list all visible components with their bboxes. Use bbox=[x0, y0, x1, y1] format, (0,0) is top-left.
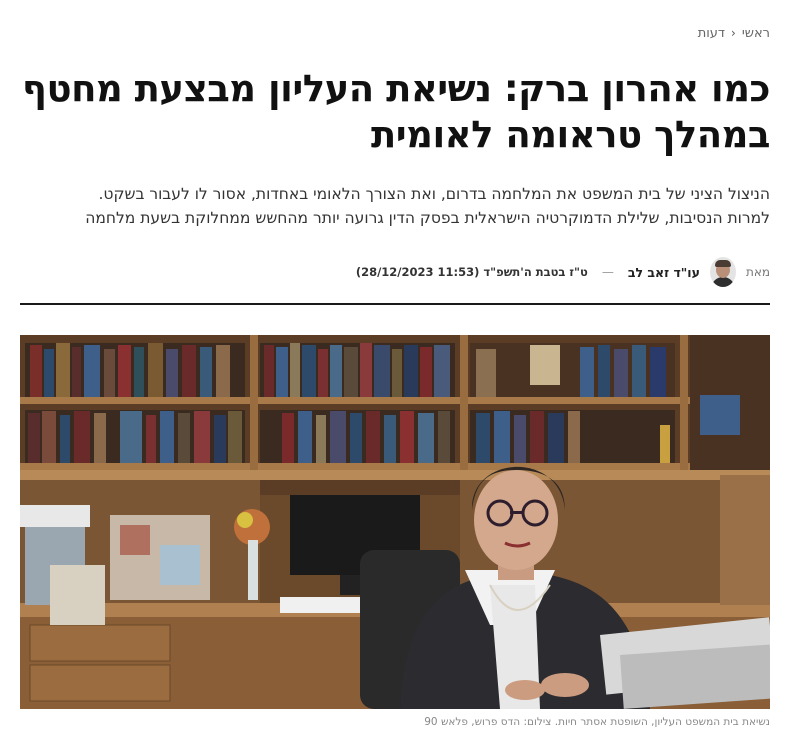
subtitle-line-1: הניצול הציני של בית המשפט את המלחמה בדרו… bbox=[98, 185, 770, 203]
publish-date: ט"ז בטבת ה'תשפ"ד (11:53 28/12/2023) bbox=[355, 265, 588, 279]
chevron-left-icon: ‹ bbox=[731, 26, 736, 40]
breadcrumb: ראשי ‹ דעות bbox=[698, 24, 770, 42]
byline-prefix: מאת bbox=[745, 265, 770, 279]
article-subtitle: הניצול הציני של בית המשפט את המלחמה בדרו… bbox=[10, 182, 770, 230]
article-photo[interactable] bbox=[20, 335, 770, 709]
breadcrumb-home-link[interactable]: ראשי bbox=[742, 26, 770, 41]
header-divider bbox=[20, 303, 770, 305]
byline-separator: — bbox=[601, 265, 614, 279]
breadcrumb-section-link[interactable]: דעות bbox=[698, 26, 725, 41]
subtitle-line-2: למרות הנסיבות, שלילת הדמוקרטיה הישראלית … bbox=[85, 209, 770, 227]
page-title: כמו אהרון ברק: נשיאת העליון מבצעת מחטף ב… bbox=[21, 67, 771, 156]
avatar-icon[interactable] bbox=[709, 257, 736, 287]
byline: מאת עו"ד זאב לב — ט"ז בטבת ה'תשפ"ד (11:5… bbox=[20, 255, 770, 289]
author-link[interactable]: עו"ד זאב לב bbox=[628, 265, 700, 280]
photo-caption: נשיאת בית המשפט העליון, השופטת אסתר חיות… bbox=[424, 716, 770, 728]
